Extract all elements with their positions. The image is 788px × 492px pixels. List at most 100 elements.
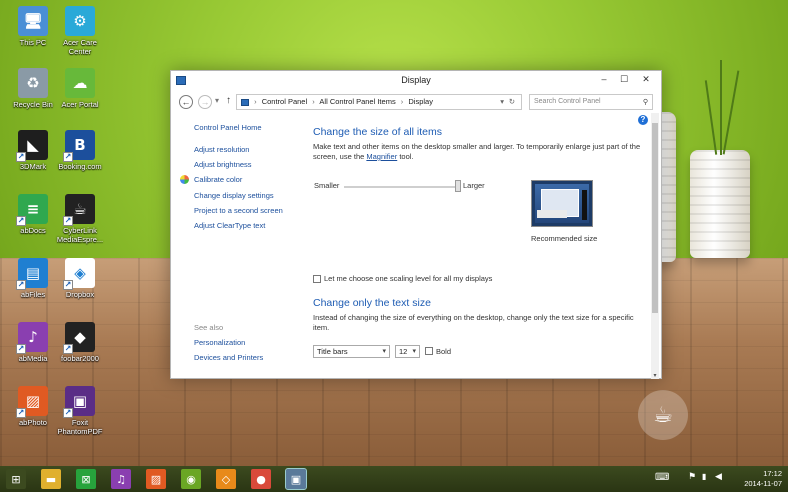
breadcrumb-display[interactable]: Display (408, 97, 433, 106)
main-content: Change the size of all items Make text a… (313, 113, 649, 379)
shortcut-arrow-icon: ↗ (16, 216, 26, 226)
breadcrumb-all-items[interactable]: All Control Panel Items (319, 97, 395, 106)
desktop-icon[interactable]: ☁ Acer Portal (51, 68, 109, 110)
action-center-icon[interactable]: ⚑ (688, 472, 696, 482)
address-field[interactable]: › Control Panel › All Control Panel Item… (236, 94, 522, 110)
slider-min-label: Smaller (314, 181, 340, 190)
close-button[interactable]: ✕ (637, 73, 655, 86)
adjust-resolution-link[interactable]: Adjust resolution (194, 145, 249, 154)
project-second-screen-link[interactable]: Project to a second screen (194, 206, 283, 215)
chrome-icon[interactable]: ● (251, 469, 271, 489)
control-panel-home-link[interactable]: Control Panel Home (194, 123, 262, 132)
size-preview-image (531, 180, 593, 227)
scrollbar-thumb[interactable] (652, 123, 658, 313)
description-text: Make text and other items on the desktop… (313, 142, 641, 161)
abmedia-taskbar-icon[interactable]: ♫ (111, 469, 131, 489)
3dmark-icon: ◣ ↗ (16, 130, 48, 162)
abphoto-icon: ▨ ↗ (16, 386, 48, 418)
abfiles-icon: ▤ ↗ (16, 258, 48, 290)
desktop-icon[interactable]: ◈ ↗ Dropbox (51, 258, 109, 300)
foobar-icon: ◆ ↗ (63, 322, 95, 354)
abdocs-icon: ≡ ↗ (16, 194, 48, 226)
refresh-icon[interactable]: ↻ (509, 95, 515, 109)
size-slider-track[interactable] (344, 186, 461, 188)
scaling-checkbox-label[interactable]: Let me choose one scaling level for all … (324, 274, 492, 283)
breadcrumb-control-panel[interactable]: Control Panel (262, 97, 307, 106)
display-window: Display – ☐ ✕ ← → ▾ ↑ › Control Panel › … (170, 70, 662, 379)
forward-button[interactable]: → (198, 95, 212, 109)
scaling-checkbox[interactable] (313, 275, 321, 283)
desktop-icon-label: Acer Portal (61, 100, 99, 109)
spotify-icon[interactable]: ◉ (181, 469, 201, 489)
maximize-button[interactable]: ☐ (615, 73, 633, 86)
start-icon[interactable]: ⊞ (6, 469, 26, 489)
vlc-icon[interactable]: ◇ (216, 469, 236, 489)
booking-icon: B ↗ (63, 130, 95, 162)
volume-icon[interactable]: ◀ (715, 472, 722, 482)
plant-stem (704, 80, 718, 155)
vertical-scrollbar[interactable]: ▾ (651, 113, 659, 379)
keyboard-icon[interactable]: ⌨ (655, 472, 669, 483)
search-icon[interactable]: ⚲ (643, 95, 648, 109)
calibrate-color-icon (180, 175, 189, 184)
plant-stem (720, 60, 722, 155)
plant-stem (722, 70, 740, 155)
back-button[interactable]: ← (179, 95, 193, 109)
preview-caption: Recommended size (531, 234, 598, 243)
item-select[interactable]: Title bars ▾ (313, 345, 390, 358)
abphoto-taskbar-icon[interactable]: ▨ (146, 469, 166, 489)
cloud-icon: ☁ (65, 68, 95, 98)
address-bar-row: ← → ▾ ↑ › Control Panel › All Control Pa… (171, 92, 661, 112)
desktop-icon[interactable]: ◆ ↗ foobar2000 (51, 322, 109, 364)
store-icon[interactable]: ⊠ (76, 469, 96, 489)
control-panel-icon (241, 98, 249, 106)
item-select-value: Title bars (317, 347, 348, 356)
heading-change-size: Change the size of all items (313, 126, 442, 138)
up-arrow-icon[interactable]: ↑ (226, 95, 231, 106)
clock-time: 17:12 (763, 469, 782, 478)
shortcut-arrow-icon: ↗ (63, 344, 73, 354)
text-size-value: 12 (399, 347, 408, 356)
vase-decoration (690, 150, 750, 258)
address-dropdown-icon[interactable]: ▾ (500, 95, 504, 109)
care-center-icon: ⚙ (65, 6, 95, 36)
adjust-brightness-link[interactable]: Adjust brightness (194, 160, 252, 169)
magnifier-link[interactable]: Magnifier (366, 152, 397, 161)
file-explorer-icon[interactable]: ▬ (41, 469, 61, 489)
desktop-icon-label: Booking.com (58, 162, 102, 171)
window-body: Control Panel Home Adjust resolution Adj… (171, 113, 661, 379)
scroll-down-arrow-icon[interactable]: ▾ (651, 372, 659, 379)
shortcut-arrow-icon: ↗ (63, 152, 73, 162)
devices-printers-link[interactable]: Devices and Printers (194, 353, 263, 362)
dropbox-icon: ◈ ↗ (63, 258, 95, 290)
help-icon[interactable]: ? (638, 115, 648, 125)
desktop-icon-label: Dropbox (65, 290, 95, 299)
control-panel-taskbar-icon[interactable]: ▣ (285, 468, 307, 490)
change-display-settings-link[interactable]: Change display settings (194, 191, 274, 200)
desktop-icon[interactable]: ▣ ↗ Foxit PhantomPDF (51, 386, 109, 436)
desktop-icon[interactable]: ☕ ↗ CyberLink MediaEspre... (51, 194, 109, 244)
desktop-icon[interactable]: B ↗ Booking.com (51, 130, 109, 172)
recent-locations-chevron-icon[interactable]: ▾ (215, 96, 219, 105)
network-icon[interactable]: ▮ (702, 472, 706, 481)
breadcrumb-separator-icon: › (400, 97, 404, 106)
recycle-bin-icon: ♻ (18, 68, 48, 98)
title-bar[interactable]: Display – ☐ ✕ (171, 71, 661, 91)
bold-checkbox[interactable] (425, 347, 433, 355)
adjust-cleartype-link[interactable]: Adjust ClearType text (194, 221, 265, 230)
shortcut-arrow-icon: ↗ (16, 280, 26, 290)
foxit-icon: ▣ ↗ (63, 386, 95, 418)
personalization-link[interactable]: Personalization (194, 338, 245, 347)
clock-date: 2014-11-07 (744, 479, 782, 488)
size-slider-thumb[interactable] (455, 180, 461, 192)
shortcut-arrow-icon: ↗ (63, 408, 73, 418)
taskbar-clock[interactable]: 17:12 2014-11-07 (744, 469, 782, 489)
calibrate-color-link[interactable]: Calibrate color (194, 175, 242, 184)
text-size-select[interactable]: 12 ▾ (395, 345, 420, 358)
search-input[interactable]: Search Control Panel ⚲ (529, 94, 653, 110)
minimize-button[interactable]: – (595, 73, 613, 86)
desktop-icon-label: CyberLink MediaEspre... (56, 226, 104, 244)
coffee-gadget-icon[interactable]: ☕ (638, 390, 688, 440)
desktop-icon[interactable]: ⚙ Acer Care Center (51, 6, 109, 56)
bold-label[interactable]: Bold (436, 347, 451, 356)
